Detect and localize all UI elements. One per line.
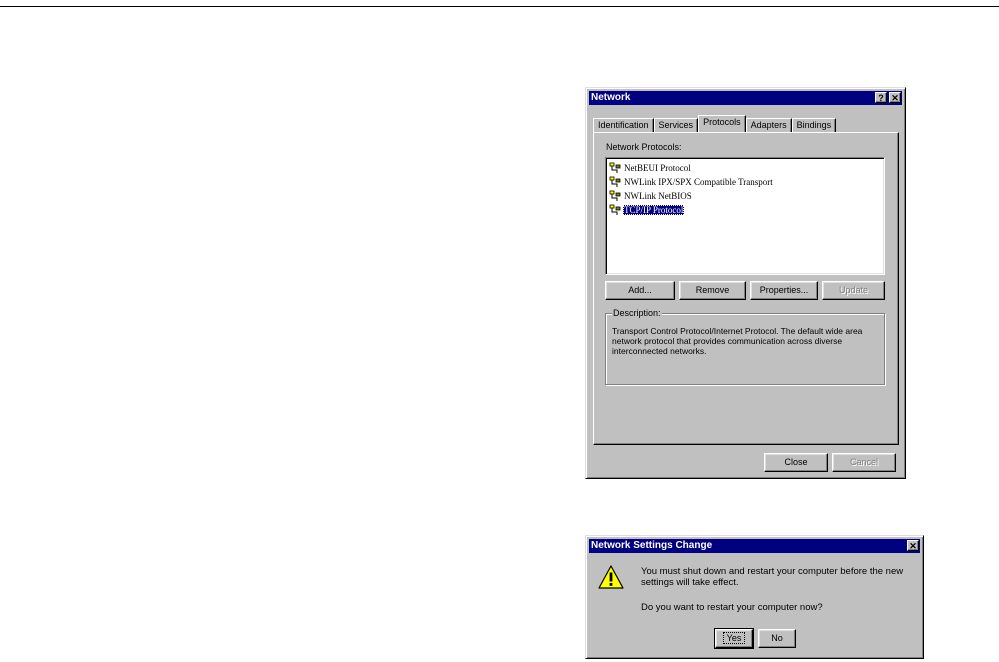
- description-text: Transport Control Protocol/Internet Prot…: [612, 326, 863, 356]
- network-titlebar[interactable]: Network ? ✕: [589, 91, 902, 105]
- no-button[interactable]: No: [758, 629, 796, 648]
- add-button-label: Add...: [628, 285, 652, 295]
- help-button[interactable]: ?: [875, 92, 887, 103]
- close-icon[interactable]: ✕: [907, 540, 919, 551]
- list-item-selected[interactable]: TCP/IP Protocol: [609, 203, 685, 216]
- network-cable-icon: [609, 176, 621, 187]
- network-dialog: Network ? ✕ Identification Services Prot…: [585, 87, 906, 479]
- restart-message: You must shut down and restart your comp…: [641, 566, 904, 588]
- network-title: Network: [591, 92, 631, 103]
- tab-identification[interactable]: Identification: [593, 118, 654, 132]
- description-label: Description:: [612, 308, 662, 318]
- network-title-buttons: ? ✕: [875, 92, 901, 103]
- tab-services[interactable]: Services: [653, 118, 699, 132]
- properties-button-label: Properties...: [759, 285, 809, 295]
- list-item[interactable]: NWLink IPX/SPX Compatible Transport: [609, 175, 774, 188]
- settings-title-buttons: ✕: [907, 540, 919, 551]
- remove-button-label: Remove: [695, 285, 730, 295]
- list-item-label: NWLink NetBIOS: [624, 190, 692, 201]
- no-button-label: No: [771, 633, 783, 643]
- list-item[interactable]: NWLink NetBIOS: [609, 189, 693, 202]
- close-button-label: Close: [784, 457, 808, 467]
- yes-button-label: Yes: [722, 632, 746, 644]
- update-button-label: Update: [838, 285, 869, 295]
- remove-button[interactable]: Remove: [679, 281, 746, 300]
- list-item[interactable]: NetBEUI Protocol: [609, 161, 692, 174]
- tab-strip: Identification Services Protocols Adapte…: [593, 115, 837, 132]
- network-protocols-label: Network Protocols:: [606, 142, 682, 152]
- tab-protocols[interactable]: Protocols: [698, 115, 746, 132]
- close-icon[interactable]: ✕: [889, 92, 901, 103]
- settings-title: Network Settings Change: [591, 540, 713, 551]
- settings-titlebar[interactable]: Network Settings Change ✕: [589, 539, 920, 553]
- cancel-button-label: Cancel: [849, 457, 878, 467]
- protocols-panel: Network Protocols: NetBEUI Protocol NWLi…: [593, 132, 899, 445]
- top-rule: [0, 6, 999, 7]
- network-cable-icon: [609, 204, 621, 215]
- network-cable-icon: [609, 162, 621, 173]
- tab-bindings[interactable]: Bindings: [791, 118, 837, 132]
- close-button[interactable]: Close: [764, 453, 828, 472]
- warning-icon: [598, 565, 624, 589]
- yes-button[interactable]: Yes: [714, 628, 754, 649]
- page: Network ? ✕ Identification Services Prot…: [0, 0, 999, 662]
- protocols-listbox[interactable]: NetBEUI Protocol NWLink IPX/SPX Compatib…: [605, 157, 885, 275]
- add-button[interactable]: Add...: [605, 281, 675, 300]
- tab-adapters[interactable]: Adapters: [745, 118, 792, 132]
- list-item-label: NWLink IPX/SPX Compatible Transport: [624, 176, 773, 187]
- properties-button[interactable]: Properties...: [750, 281, 818, 300]
- list-item-label: TCP/IP Protocol: [623, 204, 685, 215]
- cancel-button[interactable]: Cancel: [832, 453, 896, 472]
- network-cable-icon: [609, 190, 621, 201]
- settings-change-dialog: Network Settings Change ✕ You must shut …: [585, 535, 924, 659]
- update-button[interactable]: Update: [822, 281, 885, 300]
- restart-question: Do you want to restart your computer now…: [641, 602, 823, 613]
- description-group: Description: Transport Control Protocol/…: [605, 308, 885, 385]
- list-item-label: NetBEUI Protocol: [624, 162, 691, 173]
